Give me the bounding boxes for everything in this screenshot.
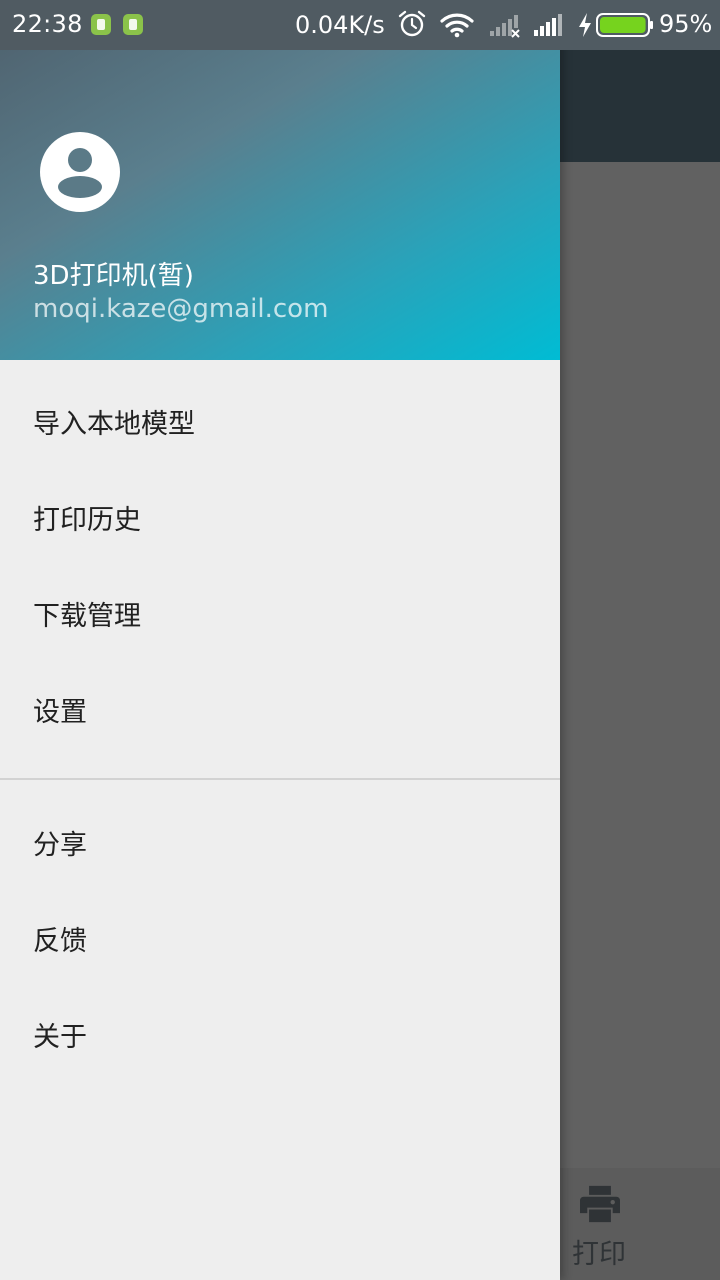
bottom-tab-print-label: 打印 [572,1239,626,1270]
battery-percentage: 95% [659,10,713,38]
app-notification-icon [91,14,111,35]
menu-item-download-manager[interactable]: 下载管理 [0,569,560,665]
drawer-header: 3D打印机(暂) moqi.kaze@gmail.com [0,0,560,360]
status-bar: 22:38 0.04K/s 95% [0,0,720,50]
menu-item-import-local-model[interactable]: 导入本地模型 [0,377,560,473]
menu-item-print-history[interactable]: 打印历史 [0,473,560,569]
menu-item-settings[interactable]: 设置 [0,665,560,761]
profile-name: 3D打印机(暂) [33,261,194,291]
charging-icon [579,13,591,37]
menu-item-about[interactable]: 关于 [0,990,560,1086]
android-notification-icon [123,14,143,35]
signal-icon [490,15,520,38]
menu-item-share[interactable]: 分享 [0,798,560,894]
menu-group-primary: 导入本地模型 打印历史 下载管理 设置 [0,360,560,778]
alarm-icon [398,10,426,37]
status-time: 22:38 [12,10,83,38]
bottom-tab-print[interactable]: 打印 [560,1168,640,1280]
navigation-drawer: 3D打印机(暂) moqi.kaze@gmail.com 导入本地模型 打印历史… [0,0,560,1280]
account-circle-icon[interactable] [40,132,120,212]
screen: 打印 3D打印机(暂) moqi.kaze@gmail.com 导入本地模型 打… [0,0,720,1280]
wifi-icon [440,13,474,38]
network-speed: 0.04K/s [295,11,385,39]
profile-email: moqi.kaze@gmail.com [33,294,329,324]
drawer-menu: 导入本地模型 打印历史 下载管理 设置 分享 反馈 关于 [0,360,560,1103]
battery-icon [596,13,653,37]
signal-icon [534,14,562,36]
menu-item-feedback[interactable]: 反馈 [0,894,560,990]
printer-icon [580,1185,620,1223]
menu-group-secondary: 分享 反馈 关于 [0,780,560,1103]
